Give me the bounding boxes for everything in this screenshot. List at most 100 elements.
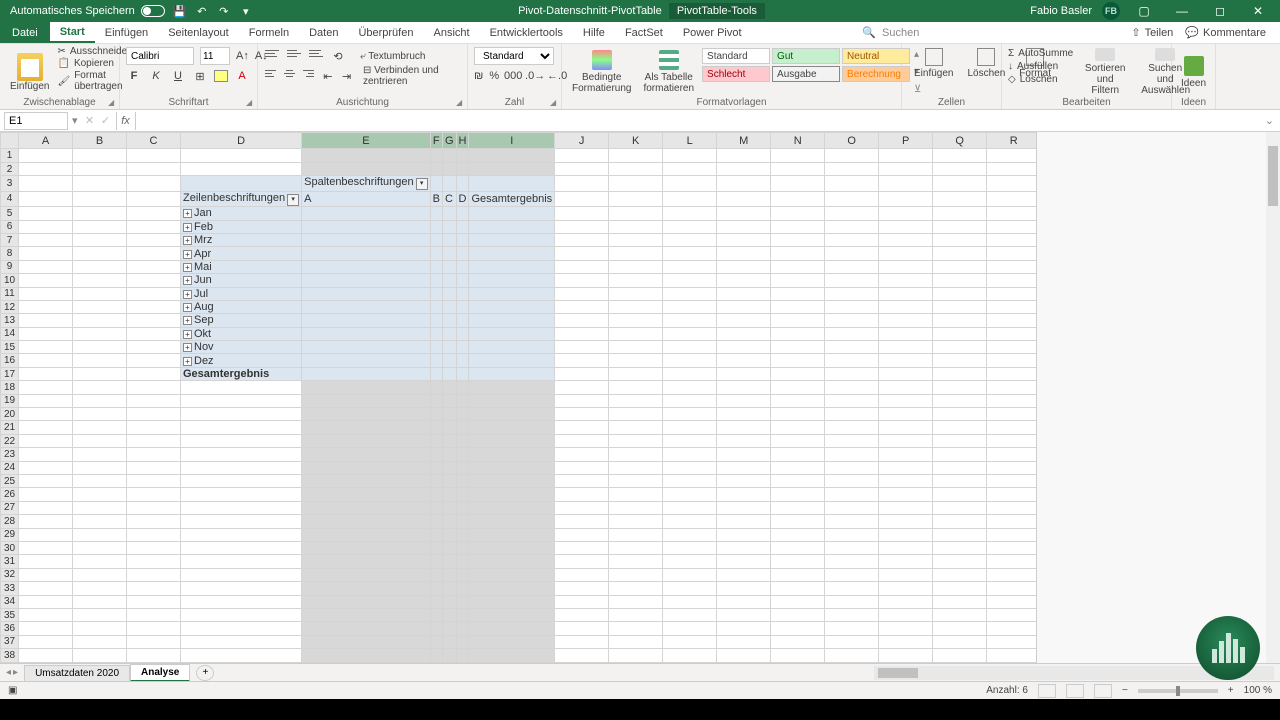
cell-K20[interactable] bbox=[609, 408, 663, 421]
cell-G8[interactable] bbox=[442, 247, 456, 260]
cell-G5[interactable] bbox=[442, 207, 456, 220]
cell-K34[interactable] bbox=[609, 595, 663, 608]
normal-view-button[interactable] bbox=[1038, 684, 1056, 698]
tab-start[interactable]: Start bbox=[50, 22, 95, 43]
cell-P17[interactable] bbox=[879, 367, 933, 380]
cell-C24[interactable] bbox=[127, 461, 181, 474]
cell-Q3[interactable] bbox=[933, 176, 987, 191]
cell-H28[interactable] bbox=[456, 515, 469, 528]
fill-button[interactable]: ↓Ausfüllen bbox=[1008, 61, 1073, 72]
tab-ansicht[interactable]: Ansicht bbox=[423, 22, 479, 43]
cell-K23[interactable] bbox=[609, 448, 663, 461]
cell-G10[interactable] bbox=[442, 274, 456, 287]
cell-M20[interactable] bbox=[717, 408, 771, 421]
cell-B7[interactable] bbox=[73, 233, 127, 246]
cell-H31[interactable] bbox=[456, 555, 469, 568]
cell-C18[interactable] bbox=[127, 381, 181, 394]
cell-G27[interactable] bbox=[442, 501, 456, 514]
cell-L17[interactable] bbox=[663, 367, 717, 380]
cell-G37[interactable] bbox=[442, 635, 456, 648]
cell-H27[interactable] bbox=[456, 501, 469, 514]
zoom-in-button[interactable]: + bbox=[1228, 685, 1234, 696]
cell-P13[interactable] bbox=[879, 314, 933, 327]
cell-M33[interactable] bbox=[717, 582, 771, 595]
cell-G31[interactable] bbox=[442, 555, 456, 568]
cell-D21[interactable] bbox=[181, 421, 302, 434]
cell-I29[interactable] bbox=[469, 528, 555, 541]
cell-M34[interactable] bbox=[717, 595, 771, 608]
cell-M27[interactable] bbox=[717, 501, 771, 514]
row-header-11[interactable]: 11 bbox=[1, 287, 19, 300]
cell-K8[interactable] bbox=[609, 247, 663, 260]
cell-M6[interactable] bbox=[717, 220, 771, 233]
cell-E9[interactable] bbox=[302, 260, 430, 273]
cell-A26[interactable] bbox=[19, 488, 73, 501]
cell-L18[interactable] bbox=[663, 381, 717, 394]
cell-D8[interactable]: +Apr bbox=[181, 247, 302, 260]
cell-M25[interactable] bbox=[717, 474, 771, 487]
cell-H9[interactable] bbox=[456, 260, 469, 273]
cell-P15[interactable] bbox=[879, 341, 933, 354]
cell-A22[interactable] bbox=[19, 434, 73, 447]
cell-O18[interactable] bbox=[825, 381, 879, 394]
cell-A18[interactable] bbox=[19, 381, 73, 394]
row-header-32[interactable]: 32 bbox=[1, 568, 19, 581]
cell-H8[interactable] bbox=[456, 247, 469, 260]
cell-F38[interactable] bbox=[430, 649, 442, 663]
cell-L29[interactable] bbox=[663, 528, 717, 541]
cell-E22[interactable] bbox=[302, 434, 430, 447]
expand-Aug[interactable]: + bbox=[183, 303, 192, 312]
col-header-M[interactable]: M bbox=[717, 133, 771, 149]
cell-K18[interactable] bbox=[609, 381, 663, 394]
cell-L1[interactable] bbox=[663, 149, 717, 162]
format-as-table-button[interactable]: Als Tabelle formatieren bbox=[639, 46, 698, 98]
cell-H25[interactable] bbox=[456, 474, 469, 487]
style-gut[interactable]: Gut bbox=[772, 48, 840, 64]
cell-P26[interactable] bbox=[879, 488, 933, 501]
cell-O27[interactable] bbox=[825, 501, 879, 514]
cell-D16[interactable]: +Dez bbox=[181, 354, 302, 367]
cell-L13[interactable] bbox=[663, 314, 717, 327]
cell-P28[interactable] bbox=[879, 515, 933, 528]
orientation-button[interactable]: ⟲ bbox=[330, 48, 346, 64]
cell-J1[interactable] bbox=[555, 149, 609, 162]
cell-B20[interactable] bbox=[73, 408, 127, 421]
cell-P3[interactable] bbox=[879, 176, 933, 191]
cell-R15[interactable] bbox=[987, 341, 1041, 354]
cell-E31[interactable] bbox=[302, 555, 430, 568]
cell-F17[interactable] bbox=[430, 367, 442, 380]
sort-filter-button[interactable]: Sortieren und Filtern bbox=[1079, 46, 1131, 98]
cell-M22[interactable] bbox=[717, 434, 771, 447]
cell-C20[interactable] bbox=[127, 408, 181, 421]
row-header-38[interactable]: 38 bbox=[1, 649, 19, 663]
cell-M7[interactable] bbox=[717, 233, 771, 246]
cell-J16[interactable] bbox=[555, 354, 609, 367]
cell-H10[interactable] bbox=[456, 274, 469, 287]
cell-G9[interactable] bbox=[442, 260, 456, 273]
cell-D5[interactable]: +Jan bbox=[181, 207, 302, 220]
cell-Q23[interactable] bbox=[933, 448, 987, 461]
cell-R37[interactable] bbox=[987, 635, 1041, 648]
cell-F33[interactable] bbox=[430, 582, 442, 595]
cell-H1[interactable] bbox=[456, 149, 469, 162]
share-button[interactable]: ⇧ Teilen bbox=[1131, 26, 1173, 39]
cell-I9[interactable] bbox=[469, 260, 555, 273]
cell-K32[interactable] bbox=[609, 568, 663, 581]
col-header-F[interactable]: F bbox=[430, 133, 442, 149]
cell-A8[interactable] bbox=[19, 247, 73, 260]
cell-O13[interactable] bbox=[825, 314, 879, 327]
cell-A11[interactable] bbox=[19, 287, 73, 300]
cell-N21[interactable] bbox=[771, 421, 825, 434]
style-ausgabe[interactable]: Ausgabe bbox=[772, 66, 840, 82]
cell-H32[interactable] bbox=[456, 568, 469, 581]
clear-button[interactable]: ◇Löschen bbox=[1008, 74, 1073, 85]
cell-G30[interactable] bbox=[442, 541, 456, 554]
cell-B12[interactable] bbox=[73, 300, 127, 313]
cell-C36[interactable] bbox=[127, 622, 181, 635]
row-header-2[interactable]: 2 bbox=[1, 162, 19, 175]
cell-D27[interactable] bbox=[181, 501, 302, 514]
cell-K13[interactable] bbox=[609, 314, 663, 327]
cell-A29[interactable] bbox=[19, 528, 73, 541]
cancel-formula-icon[interactable]: ✕ bbox=[82, 113, 98, 129]
cell-B24[interactable] bbox=[73, 461, 127, 474]
